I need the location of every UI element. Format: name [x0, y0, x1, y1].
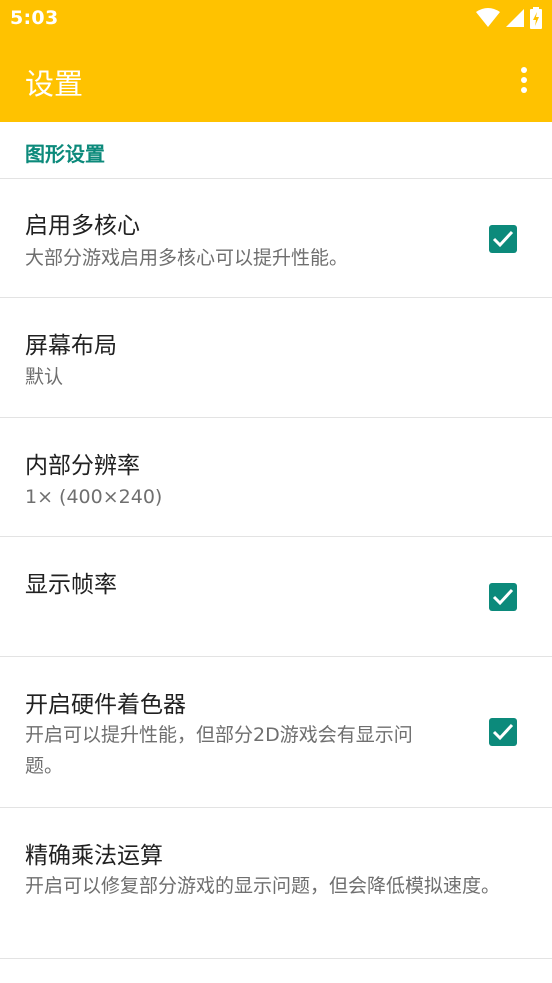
pref-summary: 大部分游戏启用多核心可以提升性能。	[25, 247, 349, 269]
pref-screen-layout[interactable]: 屏幕布局 默认	[0, 298, 552, 418]
pref-summary: 开启可以修复部分游戏的显示问题，但会降低模拟速度。	[25, 875, 501, 897]
pref-summary: 默认	[25, 366, 64, 388]
pref-title: 启用多核心	[25, 213, 140, 239]
pref-title: 内部分辨率	[25, 453, 140, 479]
pref-accurate-multiplication[interactable]: 精确乘法运算 开启可以修复部分游戏的显示问题，但会降低模拟速度。	[0, 808, 552, 959]
checkmark-icon	[492, 588, 514, 606]
pref-hardware-shader[interactable]: 开启硬件着色器 开启可以提升性能，但部分2D游戏会有显示问题。	[0, 657, 552, 808]
show-fps-checkbox[interactable]	[489, 583, 517, 611]
pref-summary: 开启可以提升性能，但部分2D游戏会有显示问题。	[25, 724, 413, 777]
pref-title: 显示帧率	[25, 572, 117, 598]
page-title: 设置	[25, 67, 84, 101]
pref-summary: 1× (400×240)	[25, 486, 163, 508]
multicore-checkbox[interactable]	[489, 225, 517, 253]
signal-icon	[506, 9, 524, 27]
battery-charging-icon	[530, 7, 542, 29]
section-label: 图形设置	[25, 142, 105, 166]
section-header-graphics: 图形设置	[0, 122, 552, 179]
checkmark-icon	[492, 230, 514, 248]
status-time: 5:03	[10, 7, 59, 29]
pref-title: 开启硬件着色器	[25, 692, 186, 718]
pref-title: 屏幕布局	[25, 333, 117, 359]
app-bar: 设置	[0, 38, 552, 122]
status-icons	[476, 7, 542, 29]
hardware-shader-checkbox[interactable]	[489, 718, 517, 746]
wifi-icon	[476, 8, 500, 28]
status-bar: 5:03	[0, 0, 552, 38]
pref-multicore[interactable]: 启用多核心 大部分游戏启用多核心可以提升性能。	[0, 179, 552, 298]
pref-show-fps[interactable]: 显示帧率	[0, 537, 552, 657]
pref-title: 精确乘法运算	[25, 843, 163, 869]
more-vert-icon[interactable]	[518, 66, 530, 96]
pref-internal-resolution[interactable]: 内部分辨率 1× (400×240)	[0, 418, 552, 537]
checkmark-icon	[492, 723, 514, 741]
